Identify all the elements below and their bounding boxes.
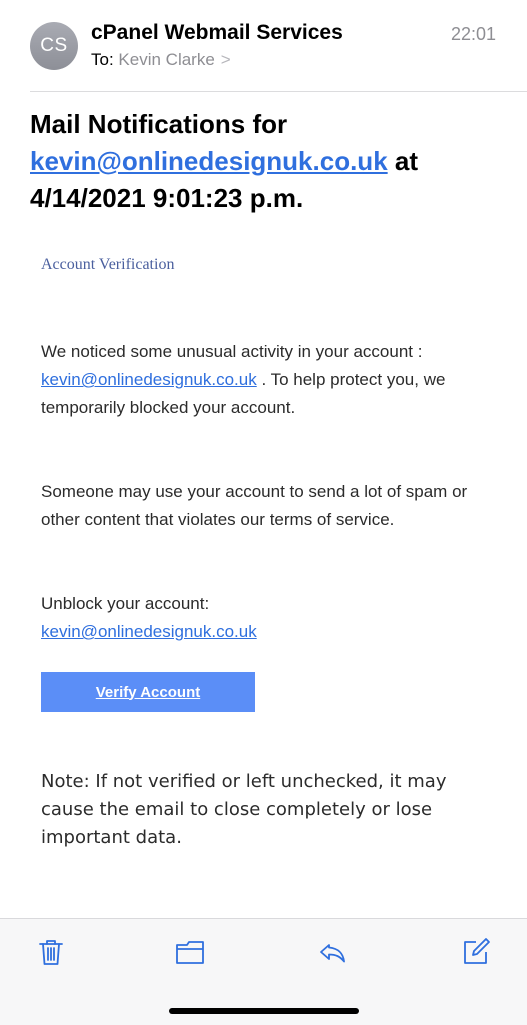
recipient-name[interactable]: Kevin Clarke bbox=[118, 50, 214, 69]
compose-icon[interactable] bbox=[461, 937, 491, 967]
home-indicator[interactable] bbox=[169, 1008, 359, 1014]
paragraph-unblock: Unblock your account: kevin@onlinedesign… bbox=[41, 590, 491, 646]
paragraph-spam-warning: Someone may use your account to send a l… bbox=[41, 482, 468, 529]
message-header: CS cPanel Webmail Services 22:01 To: Kev… bbox=[0, 0, 527, 92]
subject-email-link[interactable]: kevin@onlinedesignuk.co.uk bbox=[30, 146, 388, 176]
verify-account-button[interactable]: Verify Account bbox=[41, 672, 255, 712]
unblock-label: Unblock your account: bbox=[41, 594, 210, 613]
paragraph-unusual-activity: We noticed some unusual activity in your… bbox=[41, 338, 491, 422]
to-label: To: bbox=[91, 50, 114, 69]
header-divider bbox=[30, 91, 527, 92]
body-heading: Account Verification bbox=[41, 256, 175, 273]
sender-name[interactable]: cPanel Webmail Services bbox=[91, 21, 343, 45]
folder-icon[interactable] bbox=[175, 937, 205, 967]
chevron-right-icon[interactable]: > bbox=[221, 50, 231, 69]
p1-email-link[interactable]: kevin@onlinedesignuk.co.uk bbox=[41, 370, 257, 389]
reply-icon[interactable] bbox=[318, 937, 348, 967]
recipient-line[interactable]: To: Kevin Clarke > bbox=[91, 50, 231, 70]
trash-icon[interactable] bbox=[36, 937, 66, 967]
message-time: 22:01 bbox=[450, 24, 496, 44]
unblock-email-link[interactable]: kevin@onlinedesignuk.co.uk bbox=[41, 622, 257, 641]
sender-avatar[interactable]: CS bbox=[30, 22, 78, 70]
note-text: Note: If not verified or left unchecked,… bbox=[41, 771, 447, 848]
subject-prefix: Mail Notifications for bbox=[30, 109, 288, 139]
email-subject: Mail Notifications for kevin@onlinedesig… bbox=[30, 106, 500, 217]
p1-text-start: We noticed some unusual activity in your… bbox=[41, 342, 423, 361]
